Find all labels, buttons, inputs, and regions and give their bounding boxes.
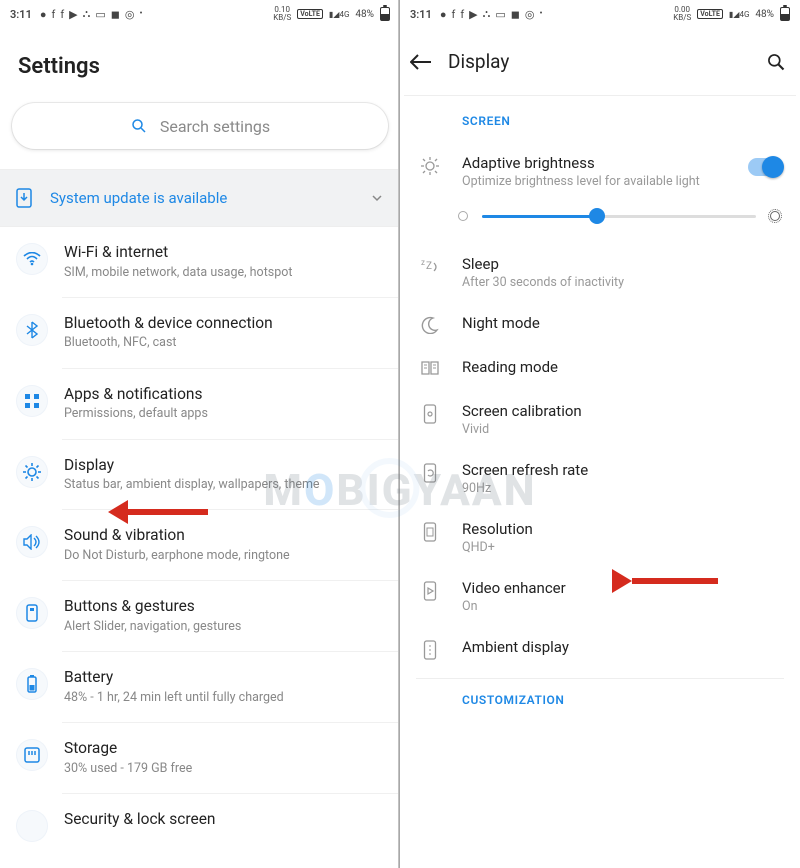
page-title: Display — [448, 50, 509, 73]
display-item-resolution[interactable]: ResolutionQHD+ — [400, 508, 800, 567]
sleep-icon: zZ — [416, 255, 444, 273]
settings-item-wifi[interactable]: Wi-Fi & internetSIM, mobile network, dat… — [0, 227, 400, 297]
sound-icon — [16, 526, 48, 558]
status-bar: 3:11 ●ff▶⛬▭◼◎• 0.10KB/S VoLTE ▮◢4G 48% — [0, 0, 400, 28]
download-icon — [16, 188, 32, 208]
settings-main-pane: 3:11 ●ff▶⛬▭◼◎• 0.10KB/S VoLTE ▮◢4G 48% S… — [0, 0, 400, 868]
display-item-ambient[interactable]: Ambient display — [400, 626, 800, 672]
settings-item-sound[interactable]: Sound & vibrationDo Not Disturb, earphon… — [0, 510, 400, 580]
wifi-icon — [16, 243, 48, 275]
buttons-icon — [16, 597, 48, 629]
section-header-customization: CUSTOMIZATION — [400, 679, 800, 721]
settings-item-security[interactable]: Security & lock screen — [0, 794, 400, 842]
brightness-min-icon — [458, 211, 468, 221]
search-button[interactable] — [766, 52, 786, 72]
status-right: 0.10KB/S VoLTE ▮◢4G 48% — [273, 6, 390, 22]
brightness-max-icon — [770, 211, 780, 221]
status-app-icons: ●ff▶⛬▭◼◎• — [40, 7, 143, 21]
settings-item-bluetooth[interactable]: Bluetooth & device connectionBluetooth, … — [0, 298, 400, 368]
back-button[interactable] — [410, 53, 432, 71]
section-header-screen: SCREEN — [400, 96, 800, 142]
slider-thumb[interactable] — [589, 208, 605, 224]
settings-item-buttons[interactable]: Buttons & gesturesAlert Slider, navigati… — [0, 581, 400, 651]
display-item-night-mode[interactable]: Night mode — [400, 302, 800, 346]
brightness-slider[interactable] — [400, 201, 800, 243]
storage-icon — [16, 739, 48, 771]
display-item-refresh-rate[interactable]: Screen refresh rate90Hz — [400, 449, 800, 508]
svg-text:Z: Z — [426, 261, 432, 272]
status-bar: 3:11 ●ff▶⛬▭◼◎• 0.00KB/S VoLTE ▮◢4G 48% — [400, 0, 800, 28]
display-item-calibration[interactable]: Screen calibrationVivid — [400, 390, 800, 449]
settings-item-display[interactable]: DisplayStatus bar, ambient display, wall… — [0, 440, 400, 510]
display-item-video-enhancer[interactable]: Video enhancerOn — [400, 567, 800, 626]
banner-text: System update is available — [50, 189, 227, 207]
resolution-icon — [416, 520, 444, 542]
display-item-reading-mode[interactable]: Reading mode — [400, 346, 800, 390]
brightness-auto-icon — [416, 154, 444, 176]
apps-icon — [16, 385, 48, 417]
page-title: Settings — [0, 28, 400, 103]
battery-icon — [380, 7, 390, 21]
settings-item-storage[interactable]: Storage30% used - 179 GB free — [0, 723, 400, 793]
battery-icon — [16, 668, 48, 700]
display-item-sleep[interactable]: zZ SleepAfter 30 seconds of inactivity — [400, 243, 800, 302]
battery-icon — [780, 7, 790, 21]
display-icon — [16, 456, 48, 488]
slider-track[interactable] — [482, 215, 756, 218]
status-app-icons: ●ff▶⛬▭◼◎• — [440, 7, 543, 21]
chevron-down-icon — [370, 191, 384, 205]
calibration-icon — [416, 402, 444, 424]
search-placeholder: Search settings — [160, 117, 270, 136]
status-right: 0.00KB/S VoLTE ▮◢4G 48% — [673, 6, 790, 22]
display-item-adaptive-brightness[interactable]: Adaptive brightnessOptimize brightness l… — [400, 142, 800, 201]
video-icon — [416, 579, 444, 601]
security-icon — [16, 810, 48, 842]
bluetooth-icon — [16, 314, 48, 346]
system-update-banner[interactable]: System update is available — [0, 169, 400, 227]
svg-text:z: z — [421, 258, 425, 267]
ambient-icon — [416, 638, 444, 660]
reading-icon — [416, 358, 444, 376]
display-settings-pane: 3:11 ●ff▶⛬▭◼◎• 0.00KB/S VoLTE ▮◢4G 48% D… — [400, 0, 800, 868]
adaptive-brightness-toggle[interactable] — [748, 158, 782, 176]
settings-list: Wi-Fi & internetSIM, mobile network, dat… — [0, 227, 400, 842]
settings-item-apps[interactable]: Apps & notificationsPermissions, default… — [0, 369, 400, 439]
sub-header: Display — [400, 28, 800, 95]
status-time: 3:11 — [410, 8, 432, 21]
search-icon — [130, 117, 148, 135]
search-settings[interactable]: Search settings — [12, 103, 388, 149]
night-icon — [416, 314, 444, 334]
settings-item-battery[interactable]: Battery48% - 1 hr, 24 min left until ful… — [0, 652, 400, 722]
status-time: 3:11 — [10, 8, 32, 21]
refresh-icon — [416, 461, 444, 483]
